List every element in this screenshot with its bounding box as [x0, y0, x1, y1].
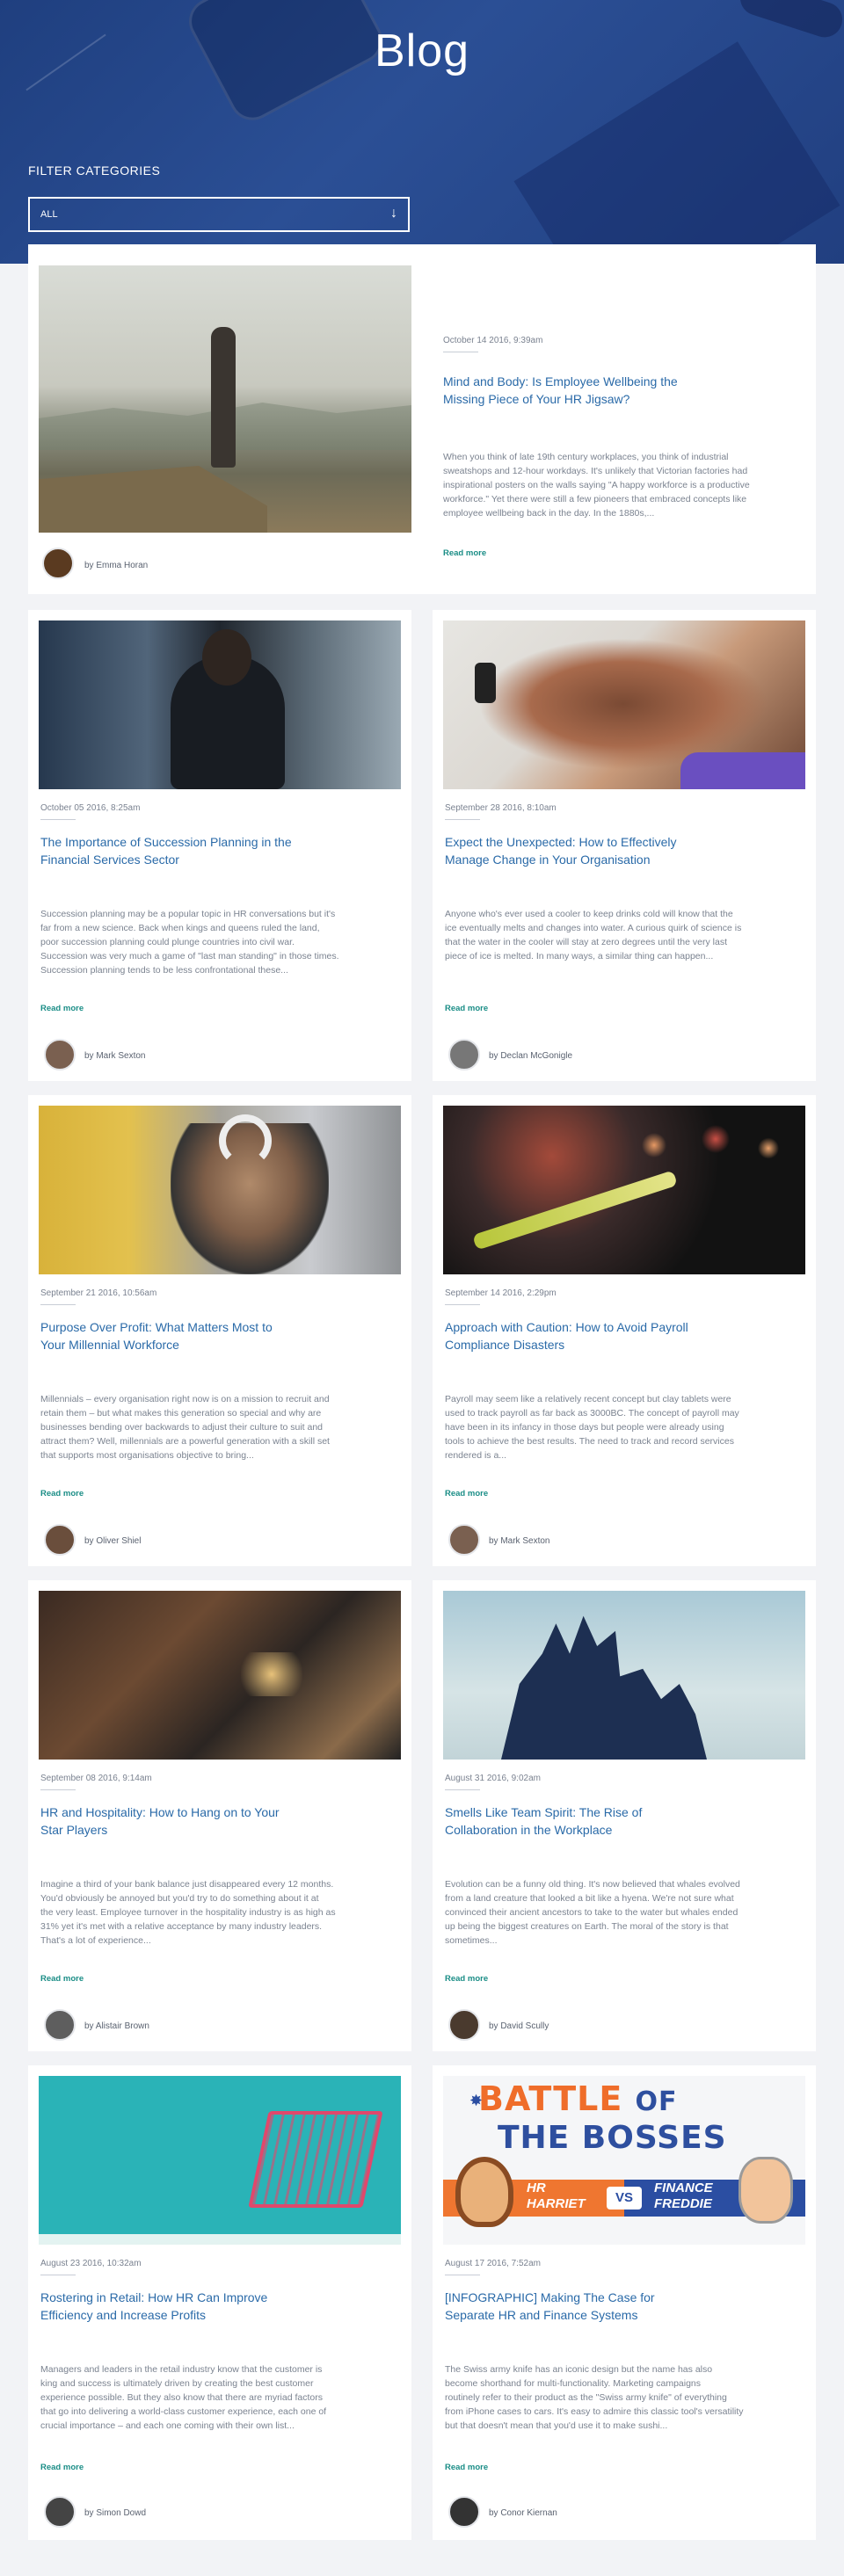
post-image[interactable] — [39, 2076, 401, 2245]
post-title-link[interactable]: Mind and Body: Is Employee Wellbeing the… — [443, 373, 742, 408]
author-name: by David Scully — [489, 2021, 549, 2031]
post-excerpt: When you think of late 19th century work… — [443, 452, 750, 519]
avatar — [448, 2009, 480, 2041]
headphones — [219, 1114, 272, 1167]
hands-stack — [478, 638, 768, 770]
post-date: October 14 2016, 9:39am — [443, 336, 543, 345]
avatar — [44, 2009, 76, 2041]
post-image[interactable] — [443, 1106, 805, 1274]
post-title-link[interactable]: HR and Hospitality: How to Hang on to Yo… — [40, 1803, 392, 1839]
post-title-link[interactable]: Expect the Unexpected: How to Effectivel… — [445, 833, 797, 868]
post-date: August 17 2016, 7:52am — [445, 2259, 541, 2268]
post-card[interactable]: September 28 2016, 8:10am Expect the Une… — [433, 610, 816, 1081]
post-excerpt: The Swiss army knife has an iconic desig… — [445, 2364, 744, 2431]
post-title-link[interactable]: Smells Like Team Spirit: The Rise of Coll… — [445, 1803, 797, 1839]
hero-banner: Blog FILTER CATEGORIES ALL ↓ — [0, 0, 844, 264]
post-date: September 28 2016, 8:10am — [445, 803, 557, 813]
filter-label: FILTER CATEGORIES — [28, 163, 161, 178]
post-image[interactable] — [39, 265, 411, 533]
author-name: by Conor Kiernan — [489, 2508, 557, 2518]
post-image[interactable] — [39, 1106, 401, 1274]
post-image[interactable]: ✸ BATTLE OF THE BOSSES HR HARRIET VS FINA… — [443, 2076, 805, 2245]
avatar — [44, 2496, 76, 2528]
post-date: September 08 2016, 9:14am — [40, 1774, 152, 1783]
divider — [445, 1304, 480, 1305]
harriet-illustration — [455, 2157, 513, 2227]
post-excerpt: Managers and leaders in the retail indus… — [40, 2364, 327, 2431]
post-card[interactable]: September 14 2016, 2:29pm Approach with … — [433, 1095, 816, 1566]
read-more-link[interactable]: Read more — [40, 1004, 84, 1013]
post-title-link[interactable]: The Importance of Succession Planning in… — [40, 833, 392, 868]
post-title-link[interactable]: Purpose Over Profit: What Matters Most t… — [40, 1318, 392, 1353]
divider — [445, 819, 480, 820]
avatar — [44, 1039, 76, 1070]
author-name: by Emma Horan — [84, 561, 149, 570]
read-more-link[interactable]: Read more — [445, 1004, 488, 1013]
light-streak — [472, 1170, 678, 1251]
category-filter-select[interactable]: ALL ↓ — [28, 197, 410, 232]
read-more-link[interactable]: Read more — [445, 1974, 488, 1984]
post-date: September 21 2016, 10:56am — [40, 1288, 157, 1298]
featured-post-card[interactable]: by Emma Horan October 14 2016, 9:39am Mi… — [28, 244, 816, 594]
post-card[interactable]: October 05 2016, 8:25am The Importance o… — [28, 610, 411, 1081]
read-more-link[interactable]: Read more — [40, 1489, 84, 1498]
avatar — [448, 1524, 480, 1556]
post-date: August 31 2016, 9:02am — [445, 1774, 541, 1783]
yoga-figure — [211, 327, 236, 468]
shopping-cart — [248, 2111, 383, 2208]
post-card[interactable]: ✸ BATTLE OF THE BOSSES HR HARRIET VS FINA… — [433, 2065, 816, 2540]
read-more-link[interactable]: Read more — [40, 1974, 84, 1984]
post-image[interactable] — [39, 1591, 401, 1760]
post-image[interactable] — [443, 1591, 805, 1760]
author-name: by Simon Dowd — [84, 2508, 147, 2518]
author-name: by Alistair Brown — [84, 2021, 149, 2031]
avatar — [448, 1039, 480, 1070]
watch — [475, 663, 496, 703]
raised-hands-silhouette — [501, 1615, 707, 1760]
bokeh-lights — [619, 1114, 795, 1176]
post-excerpt: Evolution can be a funny old thing. It's… — [445, 1879, 740, 1946]
post-date: October 05 2016, 8:25am — [40, 803, 141, 813]
author-name: by Declan McGonigle — [489, 1051, 573, 1061]
post-excerpt: Millennials – every organisation right n… — [40, 1394, 330, 1461]
infographic-battle-of-the-bosses: ✸ BATTLE OF THE BOSSES HR HARRIET VS FINA… — [443, 2076, 805, 2245]
author-name: by Mark Sexton — [84, 1051, 146, 1061]
read-more-link[interactable]: Read more — [445, 2463, 488, 2472]
post-card[interactable]: September 08 2016, 9:14am HR and Hospita… — [28, 1580, 411, 2051]
freddie-illustration — [738, 2157, 793, 2224]
warm-lamp — [241, 1652, 302, 1696]
author-name: by Mark Sexton — [489, 1536, 550, 1546]
post-title-link[interactable]: Approach with Caution: How to Avoid Payr… — [445, 1318, 797, 1353]
post-image[interactable] — [39, 620, 401, 789]
divider — [40, 1789, 76, 1790]
post-card[interactable]: September 21 2016, 10:56am Purpose Over … — [28, 1095, 411, 1566]
rock-ledge — [39, 466, 267, 533]
arrow-down-icon: ↓ — [390, 206, 397, 221]
read-more-link[interactable]: Read more — [443, 548, 486, 558]
post-title-link[interactable]: Rostering in Retail: How HR Can Improve E… — [40, 2289, 392, 2324]
avatar — [42, 548, 74, 579]
post-excerpt: Anyone who's ever used a cooler to keep … — [445, 909, 742, 961]
page-title: Blog — [374, 25, 470, 76]
post-excerpt: Imagine a third of your bank balance jus… — [40, 1879, 336, 1946]
read-more-link[interactable]: Read more — [445, 1489, 488, 1498]
post-excerpt: Payroll may seem like a relatively recen… — [445, 1394, 739, 1461]
divider — [40, 819, 76, 820]
avatar — [448, 2496, 480, 2528]
post-card[interactable]: August 23 2016, 10:32am Rostering in Ret… — [28, 2065, 411, 2540]
post-date: September 14 2016, 2:29pm — [445, 1288, 557, 1298]
author-name: by Oliver Shiel — [84, 1536, 142, 1546]
filter-selected-value: ALL — [40, 209, 58, 220]
post-excerpt: Succession planning may be a popular top… — [40, 909, 339, 976]
post-image[interactable] — [443, 620, 805, 789]
post-card[interactable]: August 31 2016, 9:02am Smells Like Team … — [433, 1580, 816, 2051]
avatar — [44, 1524, 76, 1556]
read-more-link[interactable]: Read more — [40, 2463, 84, 2472]
divider — [40, 1304, 76, 1305]
divider — [445, 1789, 480, 1790]
post-date: August 23 2016, 10:32am — [40, 2259, 142, 2268]
post-title-link[interactable]: [INFOGRAPHIC] Making The Case for Separat… — [445, 2289, 797, 2324]
